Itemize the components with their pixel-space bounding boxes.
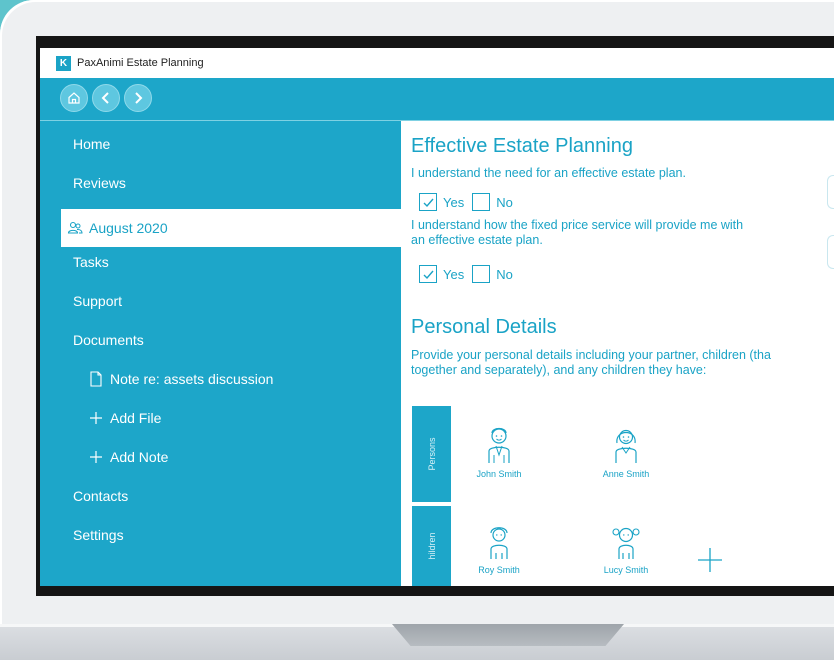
boy-avatar-icon	[490, 527, 508, 559]
sidebar-item-label: Add File	[110, 410, 162, 426]
home-button[interactable]	[60, 84, 88, 112]
q1-yes-checkbox[interactable]	[419, 193, 437, 211]
q1-no-label: No	[496, 194, 513, 210]
children-group-tab: hildren	[412, 506, 451, 586]
sidebar-item-reviews[interactable]: Reviews	[40, 164, 401, 202]
sidebar-item-label: Documents	[73, 332, 144, 348]
question-2-options: Yes No	[419, 264, 521, 284]
sidebar-item-home[interactable]: Home	[40, 125, 401, 163]
forward-button[interactable]	[124, 84, 152, 112]
app-logo-icon: K	[56, 55, 71, 71]
home-icon	[68, 92, 80, 104]
sidebar-item-label: Home	[73, 136, 111, 152]
document-icon	[88, 371, 104, 387]
sidebar-item-add-file[interactable]: Add File	[40, 399, 401, 437]
q2-no-checkbox[interactable]	[472, 265, 491, 283]
sidebar-item-contacts[interactable]: Contacts	[40, 477, 401, 515]
sidebar-item-label: Support	[73, 293, 123, 309]
persons-group-label: Persons	[426, 437, 437, 471]
plus-icon	[88, 449, 104, 465]
persons-group-tab: Persons	[412, 406, 451, 502]
person-card[interactable]: Anne Smith	[591, 425, 661, 479]
sidebar-item-note[interactable]: Note re: assets discussion	[40, 360, 401, 398]
question-2-line-1: I understand how the fixed price service…	[411, 218, 744, 232]
person-name: John Smith	[476, 469, 522, 479]
details-instructions: Provide your personal details including …	[411, 348, 771, 378]
sidebar-item-label: Settings	[73, 527, 124, 543]
children-group-label: hildren	[426, 532, 437, 560]
details-line-1: Provide your personal details including …	[411, 348, 771, 362]
sidebar-item-label: Contacts	[73, 488, 129, 504]
add-child-icon[interactable]	[696, 546, 724, 574]
sidebar-item-tasks[interactable]: Tasks	[40, 243, 401, 281]
side-panel-button-2[interactable]	[827, 235, 834, 269]
sidebar: Home Reviews August 2020 Tasks Support D…	[40, 121, 401, 586]
person-card[interactable]: John Smith	[464, 425, 534, 479]
q2-no-label: No	[496, 266, 513, 282]
man-avatar-icon	[488, 427, 510, 463]
sidebar-item-documents[interactable]: Documents	[40, 321, 401, 359]
details-line-2: together and separately), and any childr…	[411, 363, 707, 377]
sidebar-item-add-note[interactable]: Add Note	[40, 438, 401, 476]
question-2-text: I understand how the fixed price service…	[411, 218, 743, 248]
title-bar: K PaxAnimi Estate Planning	[40, 48, 834, 78]
window-title: PaxAnimi Estate Planning	[77, 57, 204, 69]
app-window: K PaxAnimi Estate Planning Home Reviews	[40, 48, 834, 586]
child-card[interactable]: Roy Smith	[464, 525, 534, 575]
sidebar-item-label: Note re: assets discussion	[110, 371, 274, 387]
woman-avatar-icon	[615, 429, 637, 463]
child-name: Roy Smith	[478, 565, 520, 575]
q1-no-checkbox[interactable]	[472, 193, 491, 211]
child-card[interactable]: Lucy Smith	[591, 525, 661, 575]
check-icon	[423, 198, 434, 207]
sidebar-item-august-2020[interactable]: August 2020	[61, 209, 401, 247]
girl-avatar-icon	[612, 527, 640, 559]
back-button[interactable]	[92, 84, 120, 112]
sidebar-item-label: Tasks	[73, 254, 109, 270]
check-icon	[423, 270, 434, 279]
question-1-text: I understand the need for an effective e…	[411, 166, 686, 180]
users-icon	[67, 220, 83, 236]
toolbar	[40, 78, 834, 121]
person-name: Anne Smith	[602, 469, 650, 479]
main-content: Effective Estate Planning I understand t…	[401, 121, 834, 586]
section-title-estate-planning: Effective Estate Planning	[411, 135, 633, 157]
sidebar-item-support[interactable]: Support	[40, 282, 401, 320]
plus-icon	[88, 410, 104, 426]
laptop-notch	[392, 624, 624, 646]
side-panel-button-1[interactable]	[827, 175, 834, 209]
child-name: Lucy Smith	[603, 565, 649, 575]
sidebar-item-label: August 2020	[89, 220, 168, 236]
sidebar-item-label: Reviews	[73, 175, 126, 191]
chevron-left-icon	[101, 92, 109, 104]
q2-yes-label: Yes	[443, 266, 465, 282]
sidebar-item-label: Add Note	[110, 449, 169, 465]
chevron-right-icon	[135, 92, 143, 104]
question-2-line-2: an effective estate plan.	[411, 233, 543, 247]
q1-yes-label: Yes	[443, 194, 465, 210]
q2-yes-checkbox[interactable]	[419, 265, 437, 283]
section-title-personal-details: Personal Details	[411, 316, 557, 338]
sidebar-item-settings[interactable]: Settings	[40, 516, 401, 554]
question-1-options: Yes No	[419, 192, 521, 212]
